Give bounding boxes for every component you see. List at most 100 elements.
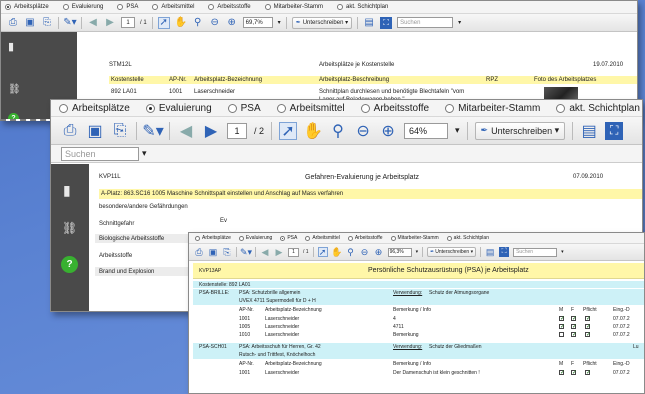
zoom-dropdown-icon[interactable]: ▾: [455, 125, 460, 136]
hand-tool-icon[interactable]: ✋: [303, 122, 323, 140]
radio-evaluierung[interactable]: Evaluierung: [238, 235, 272, 241]
print-icon[interactable]: ⎙: [61, 122, 79, 140]
fit-page-icon[interactable]: ▤: [485, 247, 495, 257]
export-icon[interactable]: ⎘: [222, 247, 232, 257]
page-count: / 1: [140, 19, 147, 26]
zoom-input[interactable]: 69,7%: [242, 17, 273, 28]
save-icon[interactable]: ▣: [24, 17, 36, 29]
zoom-out-icon[interactable]: ⊖: [209, 17, 221, 29]
next-page-icon[interactable]: ▶: [274, 247, 284, 257]
radio-arbeitsstoffe[interactable]: Arbeitsstoffe: [208, 4, 251, 10]
search-dropdown-icon[interactable]: ▾: [458, 19, 461, 26]
checkbox-f[interactable]: [571, 369, 577, 376]
select-tool-icon[interactable]: ➚: [317, 247, 328, 257]
table-row: 1001 Laserschneider Der Damenschuh ist kle…: [193, 369, 644, 377]
attachments-icon[interactable]: ⛓: [8, 84, 21, 95]
page-number-input[interactable]: 1: [121, 17, 135, 28]
checkbox-p[interactable]: [585, 331, 591, 338]
sign-button[interactable]: ✒ Unterschreiben ▾: [474, 121, 566, 140]
attachments-icon[interactable]: ⛓: [62, 221, 77, 235]
radio-schichtplan[interactable]: akt. Schichtplan: [446, 235, 489, 241]
pages-icon[interactable]: ▮: [8, 40, 14, 53]
zoom-out-icon[interactable]: ⊖: [354, 122, 372, 140]
radio-psa[interactable]: PSA: [117, 4, 138, 10]
fullscreen-icon[interactable]: ⛶: [380, 16, 393, 29]
fit-page-icon[interactable]: ▤: [580, 122, 598, 140]
prev-page-icon[interactable]: ◀: [260, 247, 270, 257]
search-dropdown-icon[interactable]: ▾: [561, 249, 564, 255]
section-title: besondere/andere Gefährdungen: [99, 204, 188, 210]
checkbox-m[interactable]: [559, 315, 565, 322]
radio-arbeitsmittel[interactable]: Arbeitsmittel: [305, 235, 340, 241]
zoom-tool-icon[interactable]: ⚲: [329, 122, 347, 140]
radio-psa[interactable]: PSA: [280, 235, 297, 241]
help-icon[interactable]: ?: [61, 256, 78, 273]
checkbox-p[interactable]: [585, 315, 591, 322]
search-input[interactable]: Suchen: [513, 247, 558, 257]
select-tool-icon[interactable]: ➚: [157, 16, 170, 29]
radio-mitarbeiter-stamm[interactable]: Mitarbeiter-Stamm: [390, 235, 439, 241]
search-input[interactable]: Suchen: [397, 17, 454, 28]
radio-evaluierung[interactable]: Evaluierung: [145, 103, 212, 114]
print-icon[interactable]: ⎙: [7, 17, 19, 29]
pages-icon[interactable]: ▮: [63, 182, 71, 199]
search-input[interactable]: Suchen: [61, 146, 139, 161]
hand-tool-icon[interactable]: ✋: [174, 17, 186, 29]
radio-evaluierung[interactable]: Evaluierung: [62, 4, 103, 10]
hand-tool-icon[interactable]: ✋: [331, 247, 342, 257]
checkbox-f[interactable]: [571, 323, 577, 330]
save-icon[interactable]: ▣: [86, 122, 104, 140]
zoom-input[interactable]: 64%: [404, 122, 449, 139]
fullscreen-icon[interactable]: ⛶: [499, 247, 510, 257]
radio-arbeitsstoffe[interactable]: Arbeitsstoffe: [347, 235, 383, 241]
checkbox-f[interactable]: [571, 331, 577, 338]
radio-mitarbeiter-stamm[interactable]: Mitarbeiter-Stamm: [445, 103, 540, 114]
zoom-out-icon[interactable]: ⊖: [360, 247, 370, 257]
print-icon[interactable]: ⎙: [194, 247, 204, 257]
sign-button[interactable]: ✒ Unterschreiben ▾: [427, 247, 477, 257]
radio-arbeitsstoffe[interactable]: Arbeitsstoffe: [360, 103, 429, 114]
radio-arbeitsmittel[interactable]: Arbeitsmittel: [276, 103, 345, 114]
zoom-in-icon[interactable]: ⊕: [374, 247, 384, 257]
zoom-tool-icon[interactable]: ⚲: [192, 17, 204, 29]
checkbox-f[interactable]: [571, 315, 577, 322]
next-page-icon[interactable]: ▶: [104, 17, 116, 29]
zoom-tool-icon[interactable]: ⚲: [346, 247, 356, 257]
checkbox-m[interactable]: [559, 332, 564, 337]
tools-icon[interactable]: ✎▾: [63, 17, 76, 29]
checkbox-p[interactable]: [585, 323, 591, 330]
checkbox-m[interactable]: [559, 323, 565, 330]
page-number-input[interactable]: 1: [227, 122, 247, 139]
zoom-dropdown-icon[interactable]: ▾: [278, 19, 281, 26]
page-number-input[interactable]: 1: [288, 247, 299, 257]
sign-button[interactable]: ✒ Unterschreiben ▾: [291, 16, 353, 29]
radio-arbeitsplaetze[interactable]: Arbeitsplätze: [195, 235, 231, 241]
prev-page-icon[interactable]: ◀: [87, 17, 99, 29]
export-icon[interactable]: ⎘: [41, 17, 53, 29]
next-page-icon[interactable]: ▶: [202, 122, 220, 140]
radio-schichtplan[interactable]: akt. Schichtplan: [556, 103, 640, 114]
search-dropdown-icon[interactable]: ▾: [142, 148, 147, 159]
fullscreen-icon[interactable]: ⛶: [605, 121, 624, 140]
help-icon[interactable]: ?: [8, 113, 19, 119]
tools-icon[interactable]: ✎▾: [142, 122, 163, 140]
radio-schichtplan[interactable]: akt. Schichtplan: [337, 4, 388, 10]
checkbox-m[interactable]: [559, 369, 565, 376]
prev-page-icon[interactable]: ◀: [177, 122, 195, 140]
select-tool-icon[interactable]: ➚: [279, 121, 298, 140]
radio-arbeitsplaetze[interactable]: Arbeitsplätze: [59, 103, 130, 114]
checkbox-p[interactable]: [585, 369, 591, 376]
radio-arbeitsplaetze[interactable]: Arbeitsplätze: [5, 4, 49, 10]
tools-icon[interactable]: ✎▾: [240, 247, 252, 257]
zoom-input[interactable]: 96,3%: [387, 247, 412, 257]
zoom-in-icon[interactable]: ⊕: [379, 122, 397, 140]
zoom-in-icon[interactable]: ⊕: [226, 17, 238, 29]
radio-mitarbeiter-stamm[interactable]: Mitarbeiter-Stamm: [264, 4, 323, 10]
export-icon[interactable]: ⎘: [111, 122, 129, 140]
save-icon[interactable]: ▣: [208, 247, 218, 257]
zoom-dropdown-icon[interactable]: ▾: [416, 249, 419, 255]
radio-psa[interactable]: PSA: [227, 103, 261, 114]
table-row: 1005 Laserschneider 4711 07.07.2: [193, 323, 644, 331]
fit-page-icon[interactable]: ▤: [363, 17, 375, 29]
radio-arbeitsmittel[interactable]: Arbeitsmittel: [152, 4, 194, 10]
